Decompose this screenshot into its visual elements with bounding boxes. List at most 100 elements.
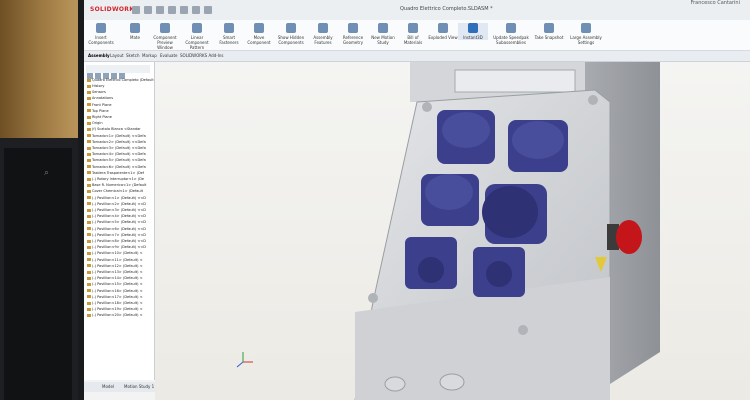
tree-root[interactable]: Quadro Elettrico Completo (Default	[87, 78, 154, 82]
component-preview-button[interactable]: Component Preview Window	[150, 23, 180, 50]
reference-geometry-button[interactable]: Reference Geometry	[338, 23, 368, 45]
command-tabs: Assembly Layout Sketch Markup Evaluate S…	[84, 51, 750, 62]
tree-item[interactable]: Base R. Numerica<1> (Default	[87, 183, 146, 187]
tree-item[interactable]: (-) Pavillion<14> (Default) <	[87, 276, 143, 280]
show-hidden-button[interactable]: Show Hidden Components	[276, 23, 306, 45]
bill-of-materials-button[interactable]: Bill of Materials	[398, 23, 428, 45]
tree-item[interactable]: Front Plane	[87, 103, 112, 107]
tab-addins[interactable]: SOLIDWORKS Add-Ins	[180, 53, 223, 58]
tree-item[interactable]: (-) Pavillion<5> (Default) <<D	[87, 220, 146, 224]
tree-item[interactable]: (-) Pavillion<11> (Default) <	[87, 258, 143, 262]
select-icon[interactable]	[192, 6, 200, 14]
take-snapshot-button[interactable]: Take Snapshot	[534, 23, 564, 40]
tree-item[interactable]: (-) Pavillion<9> (Default) <<D	[87, 245, 146, 249]
tree-item[interactable]: (-) Pavillion<4> (Default) <<D	[87, 214, 146, 218]
user-name[interactable]: Francesco Cantarini	[691, 0, 740, 6]
tree-item[interactable]: Cover Chemical<1> (Default	[87, 189, 143, 193]
rebuild-icon[interactable]	[204, 6, 212, 14]
tree-item[interactable]: Sensors	[87, 90, 106, 94]
tree-item[interactable]: Tastiera Trasparente<1> (Def	[87, 171, 144, 175]
part-icon	[87, 239, 91, 243]
tree-item[interactable]: (-) Pavillion<7> (Default) <<D	[87, 233, 146, 237]
tab-sketch[interactable]: Sketch	[126, 53, 139, 58]
document-title: Quadro Elettrico Completo.SLDASM *	[400, 6, 493, 12]
socket-lid-open	[482, 186, 538, 238]
tree-item[interactable]: (-) Pavillion<16> (Default) <	[87, 289, 143, 293]
linear-pattern-button[interactable]: Linear Component Pattern	[182, 23, 212, 50]
undo-icon[interactable]	[180, 6, 188, 14]
tree-item[interactable]: (-) Pavillion<18> (Default) <	[87, 301, 143, 305]
save-icon[interactable]	[156, 6, 164, 14]
part-icon	[87, 307, 91, 311]
insert-components-icon	[96, 23, 106, 33]
open-icon[interactable]	[144, 6, 152, 14]
part-icon	[87, 171, 91, 175]
tree-item[interactable]: (-) Pavillion<17> (Default) <	[87, 295, 143, 299]
tree-item-label: (-) Pavillion<16> (Default) <	[92, 288, 143, 293]
tree-item-label: (-) Pavillion<1> (Default) <<D	[92, 195, 146, 200]
graphics-viewport[interactable]	[155, 57, 750, 400]
tab-markup[interactable]: Markup	[142, 53, 157, 58]
instant3d-button[interactable]: Instant3D	[458, 23, 488, 40]
tree-item-label: (-) Pavillion<3> (Default) <<D	[92, 208, 146, 212]
move-component-button[interactable]: Move Component	[244, 23, 274, 45]
tree-item[interactable]: (-) Pavillion<2> (Default) <<D	[87, 202, 146, 206]
tree-item[interactable]: (-) Pavillion<20> (Default) <	[87, 313, 143, 317]
tab-evaluate[interactable]: Evaluate	[160, 53, 177, 58]
tree-item[interactable]: Tornado<1> (Default) <<Defa	[87, 134, 146, 138]
large-assembly-settings-button[interactable]: Large Assembly Settings	[568, 23, 604, 45]
tree-item[interactable]: (f) Scatola Bianca <Standar	[87, 127, 141, 131]
tree-item[interactable]: (-) Rotary Interruptor<1> (De	[87, 177, 144, 181]
tree-item[interactable]: History	[87, 84, 104, 88]
tree-item[interactable]: (-) Pavillion<1> (Default) <<D	[87, 196, 146, 200]
part-icon	[87, 134, 91, 138]
part-icon	[87, 301, 91, 305]
tree-item[interactable]: Right Plane	[87, 115, 112, 119]
tree-item[interactable]: (-) Pavillion<19> (Default) <	[87, 307, 143, 311]
tab-motion-study[interactable]: Motion Study 1	[124, 384, 154, 389]
assembly-features-button[interactable]: Assembly Features	[308, 23, 338, 45]
tree-item[interactable]: Annotations	[87, 96, 113, 100]
tree-item-label: (-) Pavillion<11> (Default) <	[92, 257, 143, 262]
tree-item[interactable]: Top Plane	[87, 109, 109, 113]
fastener-icon	[224, 23, 234, 33]
tree-item-label: Tornado<1> (Default) <<Defa	[92, 133, 146, 138]
tree-item[interactable]: (-) Pavillion<13> (Default) <	[87, 270, 143, 274]
tree-item[interactable]: Tornado<6> (Default) <<Defa	[87, 165, 146, 169]
part-icon	[87, 165, 91, 169]
tree-item[interactable]: (-) Pavillion<3> (Default) <<D	[87, 208, 146, 212]
tab-model[interactable]: Model	[102, 384, 114, 389]
tree-item[interactable]: (-) Pavillion<12> (Default) <	[87, 264, 143, 268]
tree-item[interactable]: Tornado<2> (Default) <<Defa	[87, 140, 146, 144]
tree-item-label: (-) Pavillion<5> (Default) <<D	[92, 220, 146, 225]
tree-item[interactable]: (-) Pavillion<10> (Default) <	[87, 251, 143, 255]
model-render	[236, 57, 660, 400]
part-icon	[87, 189, 91, 193]
tab-assembly[interactable]: Assembly	[88, 53, 110, 58]
tree-item[interactable]: Tornado<3> (Default) <<Defa	[87, 146, 146, 150]
tree-item[interactable]: Origin	[87, 121, 103, 125]
part-icon	[87, 158, 91, 162]
tree-item[interactable]: (-) Pavillion<15> (Default) <	[87, 282, 143, 286]
tree-item-label: (-) Pavillion<15> (Default) <	[92, 282, 143, 287]
new-motion-study-button[interactable]: New Motion Study	[368, 23, 398, 45]
instant3d-icon	[468, 23, 478, 33]
mate-button[interactable]: Mate	[120, 23, 150, 40]
insert-components-button[interactable]: Insert Components	[86, 23, 116, 45]
tree-item[interactable]: (-) Pavillion<6> (Default) <<D	[87, 227, 146, 231]
new-icon[interactable]	[132, 6, 140, 14]
cable-gland	[384, 376, 406, 392]
tree-item[interactable]: Tornado<5> (Default) <<Defa	[87, 158, 146, 162]
tree-item-label: (f) Scatola Bianca <Standar	[92, 127, 141, 132]
exploded-view-icon	[438, 23, 448, 33]
exploded-view-button[interactable]: Exploded View	[428, 23, 458, 40]
breaker-window	[454, 69, 576, 93]
motion-study-icon	[378, 23, 388, 33]
print-icon[interactable]	[168, 6, 176, 14]
smart-fasteners-button[interactable]: Smart Fasteners	[214, 23, 244, 45]
tree-item-label: (-) Pavillion<8> (Default) <<D	[92, 239, 146, 243]
tab-layout[interactable]: Layout	[110, 53, 124, 58]
tree-item[interactable]: Tornado<4> (Default) <<Defa	[87, 152, 146, 156]
update-speedpak-button[interactable]: Update Speedpak Subassemblies	[492, 23, 530, 45]
tree-item[interactable]: (-) Pavillion<8> (Default) <<D	[87, 239, 146, 243]
